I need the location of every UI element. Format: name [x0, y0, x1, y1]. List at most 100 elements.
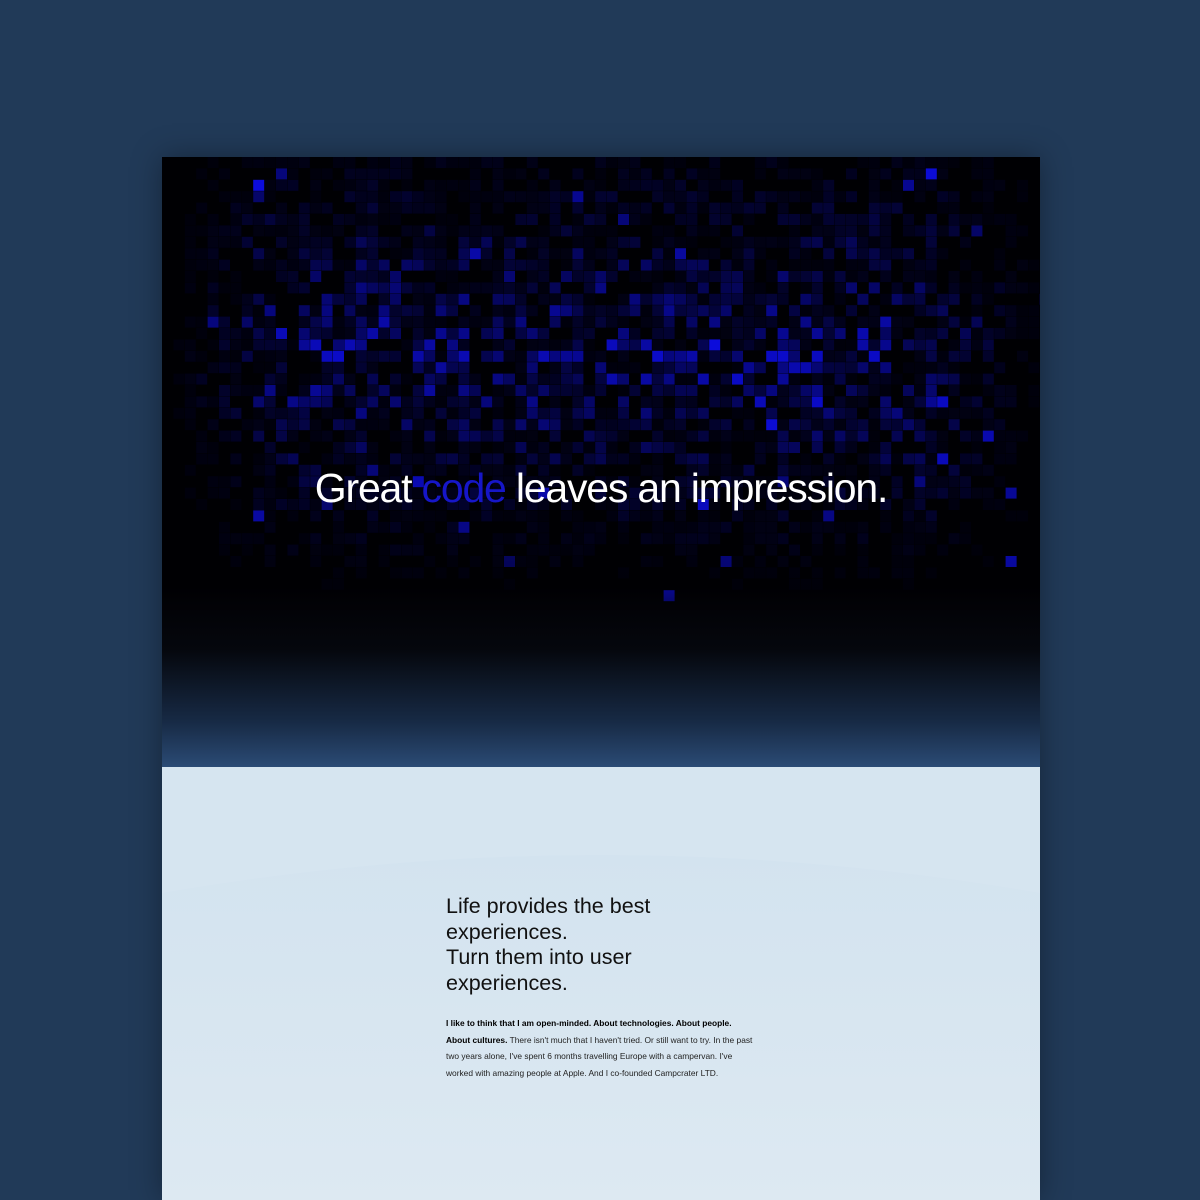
- mosaic-pixel: [846, 282, 857, 294]
- headline-word-code: code: [421, 465, 507, 511]
- mosaic-pixel: [675, 179, 686, 191]
- mosaic-pixel: [344, 236, 356, 248]
- mosaic-pixel: [766, 191, 778, 203]
- mosaic-pixel: [595, 225, 607, 237]
- mosaic-pixel: [367, 407, 379, 419]
- mosaic-pixel: [276, 350, 287, 362]
- mosaic-pixel: [595, 407, 607, 419]
- mosaic-pixel: [401, 282, 413, 294]
- mosaic-pixel: [994, 385, 1006, 396]
- mosaic-pixel: [504, 385, 515, 396]
- mosaic-pixel: [515, 350, 527, 362]
- mosaic-pixel: [390, 396, 401, 408]
- mosaic-pixel: [367, 350, 379, 362]
- mosaic-pixel: [823, 248, 835, 260]
- mosaic-pixel: [515, 236, 527, 248]
- mosaic-pixel: [287, 225, 299, 237]
- mosaic-pixel: [732, 350, 743, 362]
- mosaic-pixel: [606, 373, 618, 385]
- mosaic-pixel: [367, 442, 379, 453]
- mosaic-pixel: [868, 259, 880, 271]
- mosaic-pixel: [937, 248, 949, 260]
- mosaic-pixel: [618, 293, 629, 305]
- mosaic-pixel: [720, 214, 732, 225]
- mosaic-pixel: [595, 430, 607, 442]
- mosaic-pixel: [276, 419, 287, 431]
- mosaic-pixel: [196, 350, 208, 362]
- mosaic-pixel: [811, 282, 823, 294]
- mosaic-pixel: [492, 430, 504, 442]
- mosaic-pixel: [618, 259, 629, 271]
- mosaic-pixel: [367, 328, 379, 339]
- mosaic-pixel: [720, 385, 732, 396]
- mosaic-pixel: [344, 430, 356, 442]
- mosaic-pixel: [219, 316, 230, 328]
- mosaic-pixel: [515, 305, 527, 317]
- mosaic-pixel: [344, 385, 356, 396]
- mosaic-pixel: [846, 214, 857, 225]
- mosaic-pixel: [948, 202, 960, 214]
- mosaic-pixel: [583, 214, 595, 225]
- mosaic-pixel: [743, 214, 755, 225]
- mosaic-pixel: [629, 202, 641, 214]
- mosaic-pixel: [538, 385, 550, 396]
- mosaic-pixel: [447, 396, 458, 408]
- mosaic-pixel: [663, 430, 675, 442]
- mosaic-pixel: [367, 373, 379, 385]
- mosaic-pixel: [686, 350, 698, 362]
- mosaic-pixel: [367, 396, 379, 408]
- mosaic-pixel: [618, 350, 629, 362]
- mosaic-pixel: [754, 168, 766, 180]
- mosaic-pixel: [321, 202, 333, 214]
- mosaic-pixel: [583, 407, 595, 419]
- mosaic-pixel: [549, 305, 561, 317]
- mosaic-pixel: [481, 430, 493, 442]
- mosaic-pixel: [344, 168, 356, 180]
- mosaic-pixel: [743, 430, 755, 442]
- mosaic-pixel: [378, 407, 390, 419]
- mosaic-pixel: [629, 168, 641, 180]
- mosaic-pixel: [492, 442, 504, 453]
- mosaic-pixel: [184, 236, 196, 248]
- mosaic-pixel: [1028, 362, 1040, 374]
- mosaic-pixel: [583, 396, 595, 408]
- mosaic-pixel: [925, 282, 937, 294]
- mosaic-pixel: [447, 339, 458, 351]
- mosaic-pixel: [435, 248, 447, 260]
- mosaic-pixel: [823, 179, 835, 191]
- mosaic-pixel: [937, 430, 949, 442]
- mosaic-pixel: [880, 259, 892, 271]
- mosaic-pixel: [766, 316, 778, 328]
- mosaic-pixel: [378, 259, 390, 271]
- mosaic-pixel: [732, 373, 743, 385]
- mosaic-pixel: [526, 248, 538, 260]
- mosaic-pixel: [880, 202, 892, 214]
- mosaic-pixel: [857, 339, 869, 351]
- mosaic-pixel: [823, 214, 835, 225]
- mosaic-pixel: [720, 316, 732, 328]
- mosaic-pixel: [572, 316, 584, 328]
- mosaic-pixel: [948, 191, 960, 203]
- mosaic-pixel: [823, 521, 835, 533]
- mosaic-pixel: [846, 521, 857, 533]
- mosaic-pixel: [344, 442, 356, 453]
- mosaic-pixel: [652, 362, 664, 374]
- mosaic-pixel: [777, 362, 789, 374]
- mosaic-pixel: [207, 225, 219, 237]
- mosaic-pixel: [868, 350, 880, 362]
- mosaic-pixel: [914, 328, 926, 339]
- mosaic-pixel: [469, 214, 481, 225]
- mosaic-pixel: [447, 157, 458, 168]
- mosaic-pixel: [903, 214, 914, 225]
- mosaic-pixel: [435, 179, 447, 191]
- mosaic-pixel: [367, 259, 379, 271]
- mosaic-pixel: [469, 191, 481, 203]
- mosaic-pixel: [640, 305, 652, 317]
- mosaic-pixel: [606, 362, 618, 374]
- mosaic-pixel: [663, 316, 675, 328]
- mosaic-pixel: [219, 396, 230, 408]
- mosaic-pixel: [618, 339, 629, 351]
- mosaic-pixel: [549, 396, 561, 408]
- mosaic-pixel: [789, 362, 800, 374]
- mosaic-pixel: [675, 419, 686, 431]
